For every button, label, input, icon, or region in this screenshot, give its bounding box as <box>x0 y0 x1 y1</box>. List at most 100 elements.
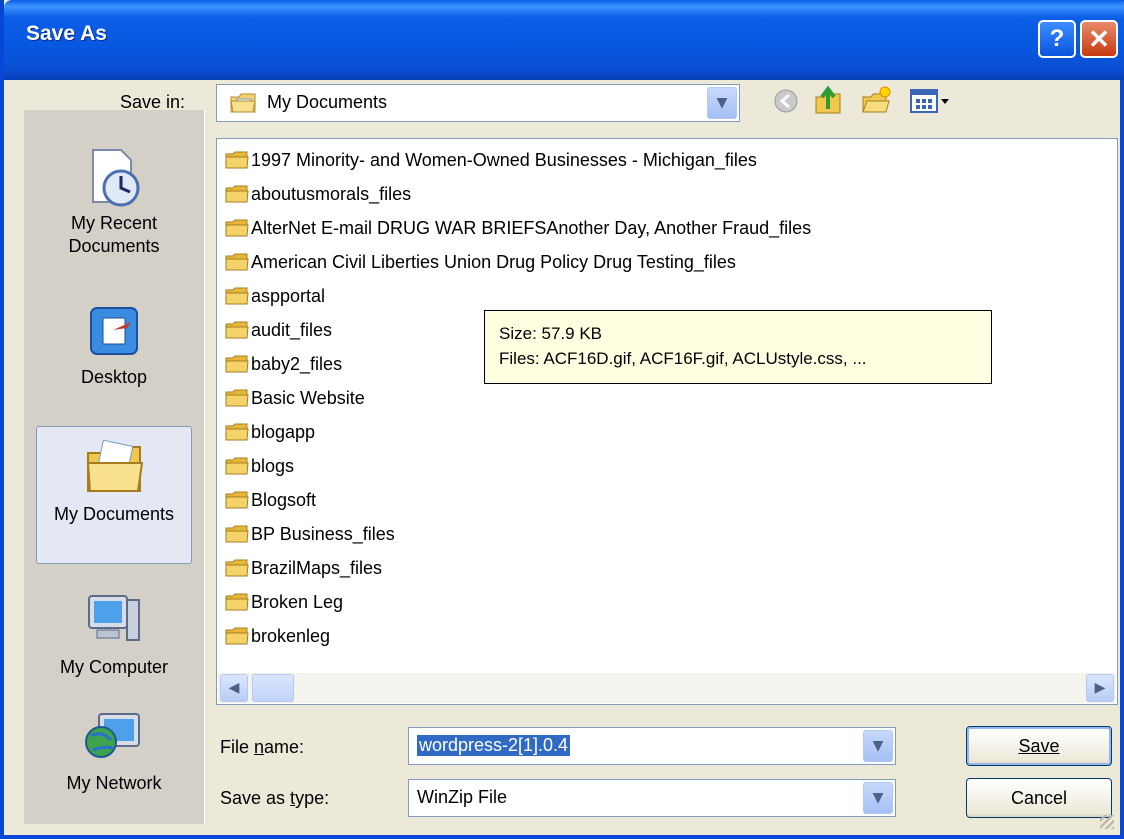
place-my-documents[interactable]: My Documents <box>36 426 192 564</box>
file-name: Blogsoft <box>251 489 317 510</box>
my-documents-icon <box>86 439 144 492</box>
list-item[interactable]: blogs <box>225 451 294 481</box>
save-as-type-dropdown[interactable]: WinZip File ▼ <box>408 779 896 817</box>
list-item[interactable]: Broken Leg <box>225 587 343 617</box>
folder-icon <box>225 423 249 441</box>
file-name-value: wordpress-2[1].0.4 <box>417 735 571 756</box>
folder-icon <box>225 355 249 373</box>
file-name: baby2_files <box>251 353 343 374</box>
list-item[interactable]: Blogsoft <box>225 485 316 515</box>
dialog-title: Save As <box>26 22 107 45</box>
place-my-network[interactable]: My Network <box>36 696 192 826</box>
file-name: 1997 Minority- and Women-Owned Businesse… <box>251 149 757 170</box>
cancel-button[interactable]: Cancel <box>966 778 1112 818</box>
save-as-type-label: Save as type: <box>220 788 330 808</box>
chevron-down-icon: ▼ <box>872 738 884 754</box>
file-name: Basic Website <box>251 387 365 408</box>
place-label: My Documents <box>53 504 175 524</box>
file-list[interactable]: 1997 Minority- and Women-Owned Businesse… <box>216 138 1118 705</box>
tooltip-size: Size: 57.9 KB <box>499 324 603 343</box>
list-item[interactable]: baby2_files <box>225 349 342 379</box>
file-name: audit_files <box>251 319 333 340</box>
title-bar[interactable]: Save As ? ✕ <box>4 0 1124 80</box>
places-bar: My Recent Documents Desktop My Documents <box>24 110 205 824</box>
folder-icon <box>225 457 249 475</box>
file-name: American Civil Liberties Union Drug Poli… <box>251 251 736 272</box>
horizontal-scrollbar[interactable]: ◀ ▶ <box>218 673 1116 703</box>
folder-icon <box>225 389 249 407</box>
place-label: Desktop <box>80 367 148 387</box>
help-icon: ? <box>1049 25 1065 52</box>
list-item[interactable]: aboutusmorals_files <box>225 179 411 209</box>
list-item[interactable]: Basic Website <box>225 383 365 413</box>
folder-icon <box>225 185 249 203</box>
file-name-label: File name: <box>220 737 305 757</box>
help-button[interactable]: ? <box>1038 20 1076 58</box>
chevron-down-icon: ▼ <box>716 95 728 111</box>
scroll-right-button[interactable]: ▶ <box>1086 674 1114 702</box>
list-item[interactable]: AlterNet E-mail DRUG WAR BRIEFSAnother D… <box>225 213 811 243</box>
folder-icon <box>225 253 249 271</box>
file-name: blogs <box>251 455 295 476</box>
file-name: BP Business_files <box>251 523 395 544</box>
up-folder-icon[interactable] <box>812 85 844 117</box>
folder-icon <box>225 627 249 645</box>
my-documents-small-icon <box>230 93 256 113</box>
list-item[interactable]: brokenleg <box>225 621 330 651</box>
resize-grip[interactable] <box>1100 815 1114 829</box>
views-menu-icon[interactable] <box>908 85 954 117</box>
list-item[interactable]: 1997 Minority- and Women-Owned Businesse… <box>225 145 757 175</box>
file-name: aboutusmorals_files <box>251 183 412 204</box>
list-item[interactable]: American Civil Liberties Union Drug Poli… <box>225 247 736 277</box>
close-icon: ✕ <box>1088 23 1110 54</box>
place-desktop[interactable]: Desktop <box>36 290 192 420</box>
cancel-button-label: Cancel <box>1010 787 1068 808</box>
list-item[interactable]: audit_files <box>225 315 332 345</box>
save-in-dropdown-arrow[interactable]: ▼ <box>707 87 737 119</box>
file-name: BrazilMaps_files <box>251 557 383 578</box>
file-name: AlterNet E-mail DRUG WAR BRIEFSAnother D… <box>251 217 812 238</box>
list-item[interactable]: BP Business_files <box>225 519 395 549</box>
my-network-icon <box>85 713 140 758</box>
place-my-recent-documents[interactable]: My Recent Documents <box>36 136 192 266</box>
list-item[interactable]: aspportal <box>225 281 325 311</box>
folder-icon <box>225 491 249 509</box>
place-label: My Computer <box>59 657 169 677</box>
arrow-left-icon: ◀ <box>228 680 240 696</box>
folder-icon <box>225 525 249 543</box>
arrow-right-icon: ▶ <box>1094 680 1106 696</box>
save-button[interactable]: Save <box>966 726 1112 766</box>
new-folder-icon[interactable] <box>860 85 892 117</box>
my-computer-icon <box>88 595 140 641</box>
close-button[interactable]: ✕ <box>1080 20 1118 58</box>
scroll-left-button[interactable]: ◀ <box>220 674 248 702</box>
recent-documents-icon <box>92 149 140 207</box>
file-name-input[interactable]: wordpress-2[1].0.4 ▼ <box>408 727 896 765</box>
folder-icon <box>225 219 249 237</box>
file-name: blogapp <box>251 421 316 442</box>
folder-icon <box>225 287 249 305</box>
file-name: aspportal <box>251 285 326 306</box>
save-button-label: Save <box>1018 735 1060 756</box>
place-label: My Recent Documents <box>68 213 160 256</box>
tooltip-files: Files: ACF16D.gif, ACF16F.gif, ACLUstyle… <box>499 349 867 368</box>
folder-icon <box>225 559 249 577</box>
list-item[interactable]: blogapp <box>225 417 315 447</box>
save-as-type-dropdown-arrow[interactable]: ▼ <box>863 782 893 814</box>
file-name: Broken Leg <box>251 591 344 612</box>
scroll-thumb[interactable] <box>252 674 294 702</box>
save-in-dropdown[interactable]: My Documents ▼ <box>216 84 740 122</box>
back-icon[interactable] <box>770 85 802 117</box>
save-as-type-value: WinZip File <box>417 787 508 807</box>
file-name: brokenleg <box>251 625 331 646</box>
desktop-icon <box>90 307 138 355</box>
file-name-dropdown-arrow[interactable]: ▼ <box>863 730 893 762</box>
folder-icon <box>225 593 249 611</box>
place-label: My Network <box>66 773 162 793</box>
place-my-computer[interactable]: My Computer <box>36 580 192 710</box>
list-item[interactable]: BrazilMaps_files <box>225 553 382 583</box>
chevron-down-icon: ▼ <box>872 790 884 806</box>
folder-icon <box>225 151 249 169</box>
folder-icon <box>225 321 249 339</box>
folder-tooltip: Size: 57.9 KB Files: ACF16D.gif, ACF16F.… <box>484 310 992 384</box>
